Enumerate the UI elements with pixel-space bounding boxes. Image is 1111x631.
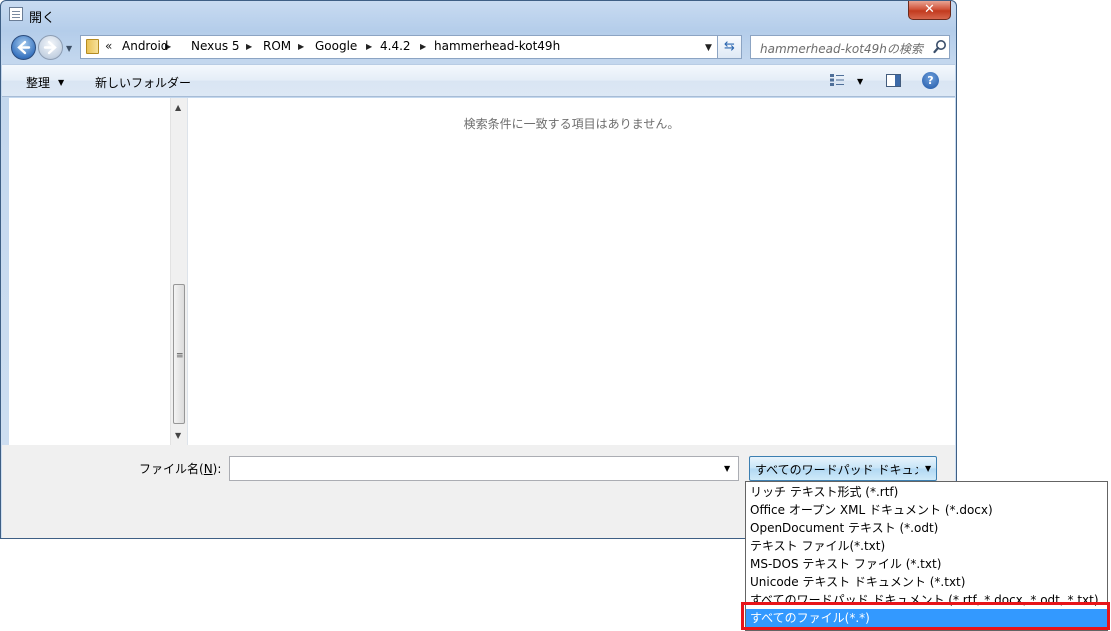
filetype-option[interactable]: リッチ テキスト形式 (*.rtf) bbox=[750, 483, 1105, 501]
refresh-button[interactable]: ⇆ bbox=[718, 35, 742, 59]
filetype-select[interactable]: すべてのワードパッド ドキュメント ▼ bbox=[749, 456, 937, 481]
breadcrumb-rom[interactable]: ROM bbox=[263, 39, 291, 53]
file-list[interactable]: 検索条件に一致する項目はありません。 bbox=[187, 98, 955, 445]
breadcrumb-overflow[interactable]: « bbox=[105, 39, 112, 53]
breadcrumb-4-4-2[interactable]: 4.4.2 bbox=[380, 39, 411, 53]
preview-pane-icon[interactable] bbox=[886, 74, 901, 87]
filename-label: ファイル名(N): bbox=[139, 460, 221, 477]
command-bar: 整理 ▼ 新しいフォルダー ▼ ? bbox=[2, 64, 955, 97]
filename-label-suffix: ): bbox=[212, 462, 222, 476]
arrow-right-icon bbox=[43, 40, 57, 55]
breadcrumb-separator-icon[interactable]: ▶ bbox=[420, 42, 426, 51]
breadcrumb-google[interactable]: Google bbox=[315, 39, 357, 53]
breadcrumb-android[interactable]: Android bbox=[122, 39, 168, 53]
breadcrumb-hammerhead-kot49h[interactable]: hammerhead-kot49h bbox=[434, 39, 560, 53]
filetype-option[interactable]: Office オープン XML ドキュメント (*.docx) bbox=[750, 501, 1105, 519]
refresh-icon: ⇆ bbox=[724, 39, 735, 54]
filename-label-prefix: ファイル名( bbox=[139, 462, 204, 476]
view-options-dropdown-icon[interactable]: ▼ bbox=[857, 77, 863, 86]
navigation-scrollbar[interactable]: ▲ ≡ ▼ bbox=[170, 98, 187, 445]
grip-icon: ≡ bbox=[176, 351, 184, 361]
chevron-down-icon[interactable]: ▼ bbox=[724, 464, 730, 473]
organize-button[interactable]: 整理 bbox=[26, 74, 50, 91]
filename-input[interactable]: ▼ bbox=[229, 456, 739, 481]
address-dropdown-icon[interactable]: ▼ bbox=[705, 43, 712, 53]
help-icon[interactable]: ? bbox=[922, 72, 939, 89]
filetype-option[interactable]: テキスト ファイル(*.txt) bbox=[750, 537, 1105, 555]
breadcrumb-separator-icon[interactable]: ▶ bbox=[246, 42, 252, 51]
recent-pages-dropdown-icon[interactable]: ▼ bbox=[66, 44, 72, 53]
search-input[interactable]: hammerhead-kot49hの検索 bbox=[750, 35, 950, 59]
scroll-down-arrow-icon[interactable]: ▼ bbox=[175, 431, 181, 440]
back-button[interactable] bbox=[11, 35, 36, 60]
arrow-left-icon bbox=[17, 40, 31, 55]
change-view-icon[interactable] bbox=[830, 74, 844, 86]
chevron-down-icon[interactable]: ▼ bbox=[58, 78, 64, 87]
highlight-annotation bbox=[741, 602, 1110, 630]
navigation-pane[interactable] bbox=[9, 98, 170, 445]
new-folder-button[interactable]: 新しいフォルダー bbox=[95, 74, 191, 91]
open-dialog-window: 開く ✕ ▼ « ▶ Android Nexus 5 ▶ ROM ▶ Googl… bbox=[0, 0, 957, 539]
filename-label-accesskey: N bbox=[203, 462, 213, 476]
filetype-option[interactable]: MS-DOS テキスト ファイル (*.txt) bbox=[750, 555, 1105, 573]
search-placeholder: hammerhead-kot49hの検索 bbox=[760, 42, 923, 56]
folder-icon bbox=[86, 39, 99, 54]
breadcrumb-nexus-5[interactable]: Nexus 5 bbox=[191, 39, 240, 53]
chevron-down-icon[interactable]: ▼ bbox=[925, 464, 931, 473]
scroll-up-arrow-icon[interactable]: ▲ bbox=[175, 103, 181, 112]
window-title: 開く bbox=[29, 11, 56, 26]
document-icon bbox=[9, 7, 23, 21]
forward-button[interactable] bbox=[38, 35, 63, 60]
filetype-selected-value: すべてのワードパッド ドキュメント bbox=[755, 463, 918, 477]
breadcrumb-separator-icon[interactable]: ▶ bbox=[298, 42, 304, 51]
search-icon[interactable] bbox=[933, 39, 947, 55]
filetype-option[interactable]: OpenDocument テキスト (*.odt) bbox=[750, 519, 1105, 537]
address-bar[interactable]: « ▶ Android Nexus 5 ▶ ROM ▶ Google ▶ 4.4… bbox=[80, 35, 718, 59]
scrollbar-thumb[interactable]: ≡ bbox=[173, 284, 185, 424]
close-button[interactable]: ✕ bbox=[908, 1, 951, 20]
title-bar[interactable]: 開く ✕ bbox=[1, 1, 956, 31]
filetype-option[interactable]: Unicode テキスト ドキュメント (*.txt) bbox=[750, 573, 1105, 591]
breadcrumb-separator-icon[interactable]: ▶ bbox=[366, 42, 372, 51]
empty-results-message: 検索条件に一致する項目はありません。 bbox=[463, 117, 680, 131]
